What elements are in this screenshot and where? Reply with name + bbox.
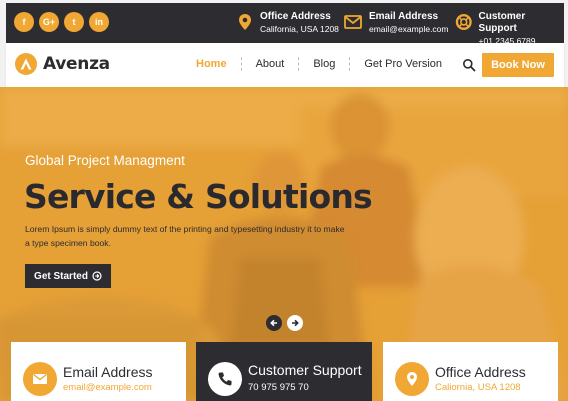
map-pin-icon [239, 14, 251, 30]
customer-support-info: Customer Support +01 2345 6789 [455, 11, 564, 47]
logo-text: Avenza [43, 54, 110, 74]
social-links: f G+ t in [14, 12, 109, 32]
office-address-card: Office Address Caliornia, USA 1208 [383, 342, 558, 401]
menu: Home About Blog Get Pro Version [196, 57, 442, 71]
arrow-circle-right-icon [92, 271, 102, 281]
google-plus-icon[interactable]: G+ [39, 12, 59, 32]
customer-support-card: Customer Support 70 975 975 70 [196, 342, 372, 401]
envelope-icon [23, 362, 57, 396]
hero-description: Lorem Ipsum is simply dummy text of the … [25, 224, 345, 248]
hero-subtitle: Global Project Managment [25, 153, 185, 168]
lifebuoy-icon [455, 14, 472, 30]
get-started-button[interactable]: Get Started [25, 264, 111, 288]
menu-item-blog[interactable]: Blog [313, 58, 335, 70]
office-card-value: Caliornia, USA 1208 [435, 382, 521, 393]
email-address-title: Email Address [369, 11, 439, 22]
office-address-value: California, USA 1208 [260, 24, 339, 34]
support-card-value: 70 975 975 70 [248, 382, 309, 393]
email-address-value[interactable]: email@example.com [369, 23, 449, 35]
menu-item-about[interactable]: About [256, 58, 285, 70]
hero-title: Service & Solutions [24, 177, 373, 216]
logo-a-icon [15, 53, 37, 75]
main-navigation: Avenza Home About Blog Get Pro Version B… [6, 43, 564, 87]
menu-divider [298, 57, 300, 71]
envelope-icon [344, 15, 362, 29]
menu-divider [240, 57, 242, 71]
arrow-left-icon [270, 319, 277, 327]
twitter-icon[interactable]: t [64, 12, 84, 32]
top-bar: f G+ t in Office Address California, USA… [6, 3, 564, 46]
customer-support-title: Customer Support [478, 11, 526, 34]
email-address-card: Email Address email@example.com [11, 342, 186, 401]
office-address-info: Office Address California, USA 1208 [236, 11, 339, 35]
slider-prev-button[interactable] [266, 315, 282, 331]
office-card-title: Office Address [435, 364, 526, 380]
menu-item-home[interactable]: Home [196, 58, 227, 70]
menu-divider [349, 57, 351, 71]
get-started-label: Get Started [34, 270, 88, 282]
support-card-title: Customer Support [248, 362, 362, 378]
email-address-info: Email Address email@example.com [343, 11, 449, 35]
email-card-title: Email Address [63, 364, 153, 380]
office-address-title: Office Address [260, 11, 331, 22]
search-icon[interactable] [462, 58, 476, 72]
book-now-button[interactable]: Book Now [482, 53, 554, 77]
linkedin-icon[interactable]: in [89, 12, 109, 32]
menu-item-get-pro-version[interactable]: Get Pro Version [364, 58, 442, 70]
email-card-value[interactable]: email@example.com [63, 382, 152, 393]
slider-next-button[interactable] [287, 315, 303, 331]
phone-icon [208, 362, 242, 396]
facebook-icon[interactable]: f [14, 12, 34, 32]
arrow-right-icon [292, 319, 299, 327]
map-pin-icon [395, 362, 429, 396]
site-logo[interactable]: Avenza [15, 53, 110, 75]
